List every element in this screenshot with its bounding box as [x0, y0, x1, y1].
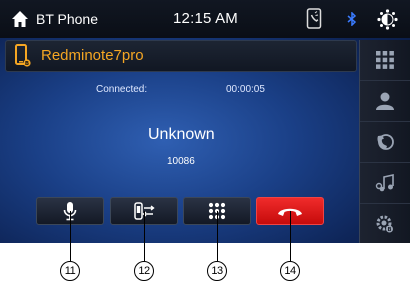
call-status-label: Connected: [96, 84, 148, 95]
sidebar-item-music[interactable] [360, 163, 410, 204]
sidebar-item-keypad[interactable] [360, 40, 410, 81]
app-title: BT Phone [36, 11, 99, 27]
sidebar-item-call-history[interactable] [360, 122, 410, 163]
contacts-icon [376, 92, 394, 110]
callout-11: 11 [60, 261, 80, 281]
right-sidebar: B [359, 40, 410, 243]
connected-device-bar: B Redminote7pro [5, 40, 357, 72]
settings-icon: B [376, 215, 393, 233]
call-history-icon [377, 134, 394, 150]
caller-number: 10086 [167, 156, 195, 167]
clock: 12:15 AM [173, 10, 238, 27]
callout-12: 12 [134, 261, 154, 281]
home-icon[interactable] [11, 10, 29, 28]
svg-text:B: B [388, 227, 392, 233]
svg-text:B: B [25, 61, 29, 67]
call-duration: 00:00:05 [226, 84, 265, 95]
bluetooth-icon [347, 12, 357, 26]
callout-leader-line [144, 211, 145, 261]
bt-phone-screen: BT Phone 12:15 AM B Redminote7pro Connec… [0, 0, 410, 243]
caller-name: Unknown [148, 126, 215, 143]
phone-device-icon: B [15, 44, 31, 67]
brightness-icon[interactable] [377, 9, 398, 30]
callout-14: 14 [280, 261, 300, 281]
top-status-bar: BT Phone 12:15 AM [0, 0, 410, 38]
sidebar-item-settings[interactable]: B [360, 204, 410, 243]
callout-13: 13 [207, 261, 227, 281]
music-icon [375, 174, 394, 192]
callout-leader-line [70, 211, 71, 261]
callout-leader-line [290, 211, 291, 261]
sidebar-item-contacts[interactable] [360, 81, 410, 122]
device-name: Redminote7pro [41, 47, 144, 64]
callout-leader-line [217, 211, 218, 261]
phone-status-icon [306, 8, 322, 29]
keypad-icon [376, 51, 394, 69]
